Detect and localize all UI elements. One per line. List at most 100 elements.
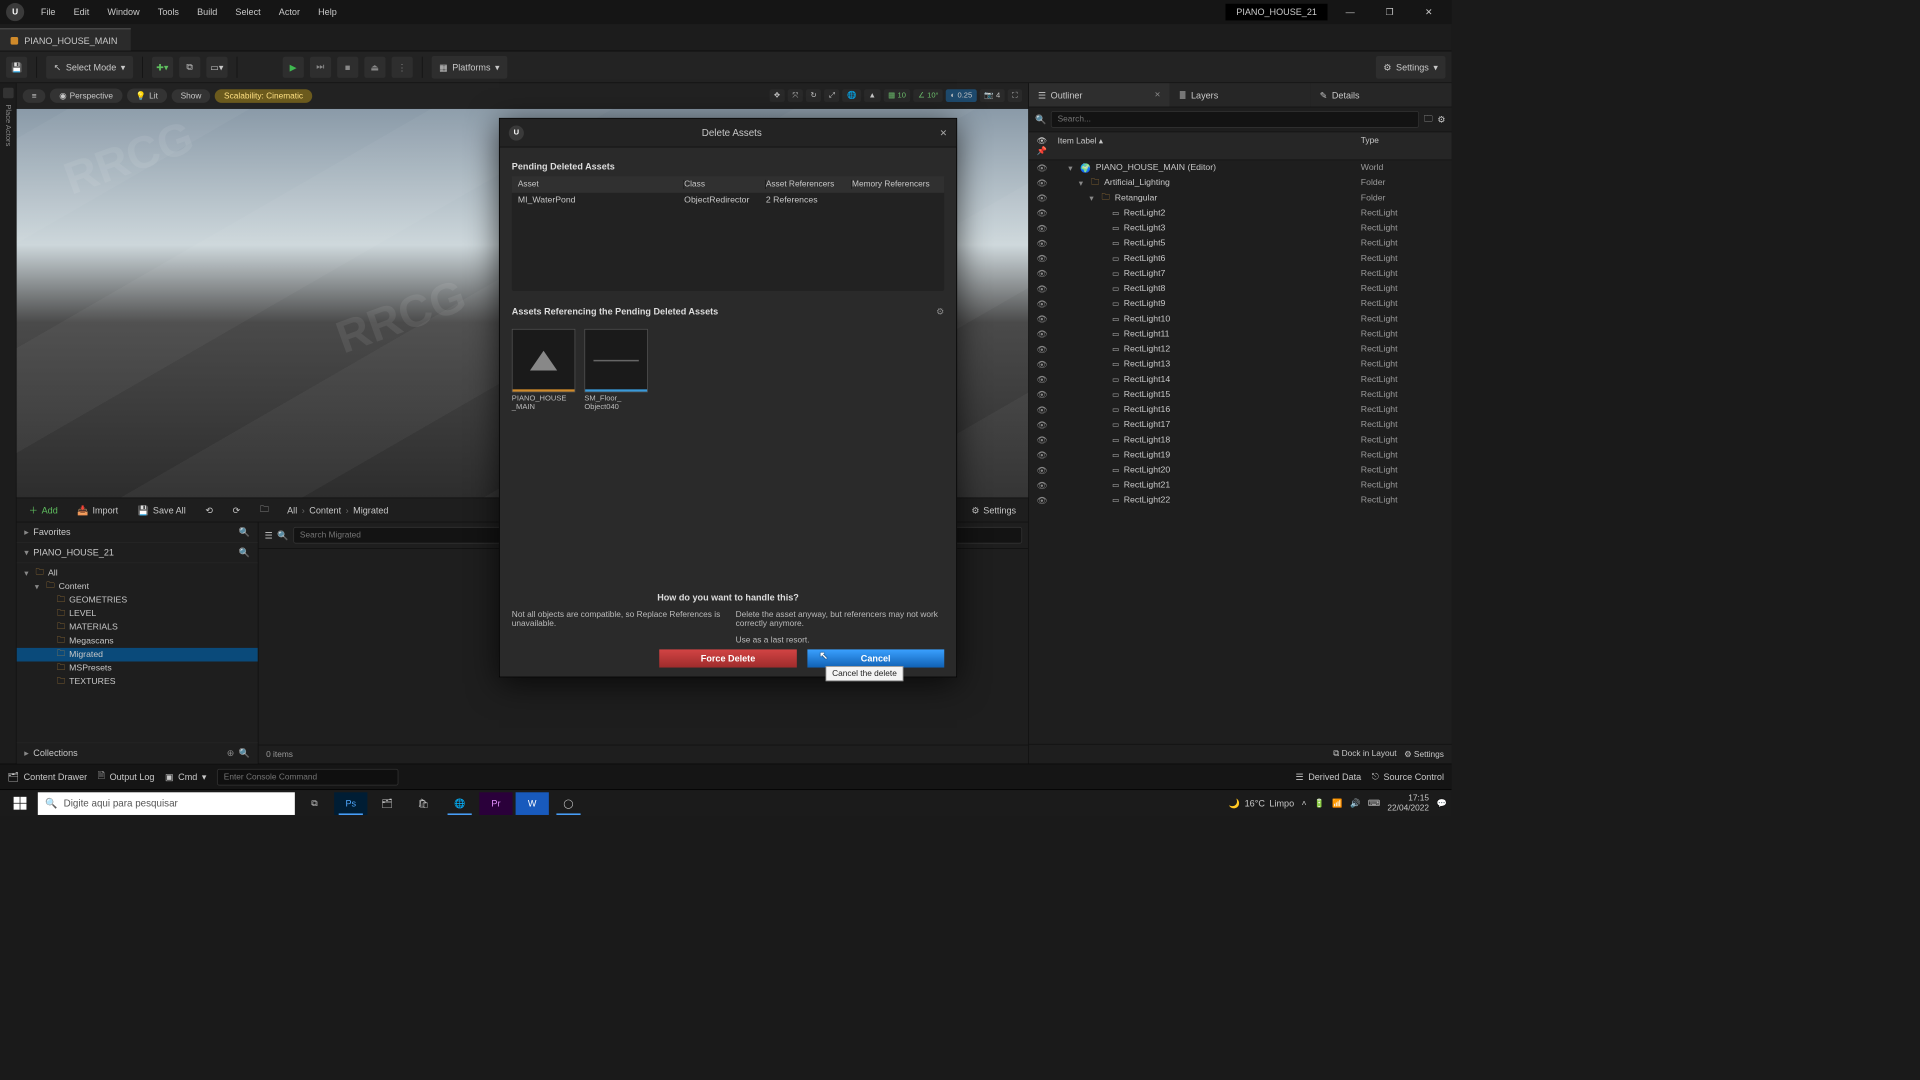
lit-pill[interactable]: 💡Lit [127, 88, 167, 102]
visibility-icon[interactable]: 👁 [1036, 344, 1047, 355]
outliner-row[interactable]: 👁▭RectLight16RectLight [1029, 402, 1452, 417]
rail-label[interactable]: Place Actors [4, 104, 12, 146]
play-button[interactable]: ▶ [283, 56, 304, 77]
store-icon[interactable]: 🛍 [407, 792, 440, 815]
search-icon[interactable]: 🔍 [239, 547, 250, 558]
start-button[interactable] [5, 792, 35, 815]
gear-icon[interactable]: ⚙ [936, 306, 944, 317]
outliner-row[interactable]: 👁▭RectLight15RectLight [1029, 387, 1452, 402]
source-tree-item[interactable]: 🗀GEOMETRIES [17, 593, 258, 607]
word-icon[interactable]: W [516, 792, 549, 815]
col-mem[interactable]: Memory Referencers [852, 180, 938, 189]
scale-snap[interactable]: ◐ 0.25 [946, 89, 977, 102]
weather-widget[interactable]: 🌙 16°C Limpo [1229, 798, 1294, 809]
transform-move[interactable]: ⤧ [788, 89, 803, 102]
save-all-button[interactable]: 💾 Save All [132, 502, 192, 519]
visibility-icon[interactable]: 👁 [1036, 178, 1047, 189]
visibility-icon[interactable]: 👁 [1036, 450, 1047, 461]
angle-snap[interactable]: ∠ 10° [914, 89, 944, 102]
visibility-icon[interactable]: 👁 [1036, 480, 1047, 491]
outliner-row[interactable]: 👁▾🗀Artificial_LightingFolder [1029, 175, 1452, 190]
visibility-icon[interactable]: 👁 [1036, 359, 1047, 370]
level-tab[interactable]: PIANO_HOUSE_MAIN [0, 28, 131, 51]
collections-section[interactable]: ▸Collections ⊕🔍 [17, 742, 258, 763]
outliner-row[interactable]: 👁▭RectLight18RectLight [1029, 432, 1452, 447]
referencer-thumb[interactable]: SM_Floor_Object040 [584, 329, 648, 411]
table-row[interactable]: MI_WaterPond ObjectRedirector 2 Referenc… [512, 193, 944, 208]
col-class[interactable]: Class [684, 180, 766, 189]
cancel-button[interactable]: Cancel ↖ Cancel the delete [807, 649, 944, 667]
visibility-icon[interactable]: 👁 [1036, 253, 1047, 264]
source-tree-item[interactable]: 🗀MSPresets [17, 662, 258, 676]
history-fwd[interactable]: ⟳ [227, 502, 247, 519]
visibility-icon[interactable]: 👁 [1036, 420, 1047, 431]
content-drawer-button[interactable]: 🗂 Content Drawer [8, 771, 88, 782]
visibility-icon[interactable]: 👁 [1036, 208, 1047, 219]
rail-icon[interactable] [3, 88, 14, 99]
transform-rotate[interactable]: ↻ [806, 89, 821, 102]
scalability-pill[interactable]: Scalability: Cinematic [215, 89, 312, 103]
save-icon[interactable]: 💾 [6, 56, 27, 77]
outliner-row[interactable]: 👁▭RectLight5RectLight [1029, 236, 1452, 251]
premiere-icon[interactable]: Pr [479, 792, 512, 815]
import-button[interactable]: 📥 Import [71, 502, 124, 519]
col-refs[interactable]: Asset Referencers [766, 180, 852, 189]
visibility-icon[interactable]: 👁 [1036, 314, 1047, 325]
settings-button[interactable]: ⚙ Settings ▾ [1376, 56, 1446, 79]
folder-add-icon[interactable]: 🗀 [1424, 112, 1433, 128]
visibility-icon[interactable]: 👁 [1036, 268, 1047, 279]
visibility-icon[interactable]: 👁 [1036, 193, 1047, 204]
add-button[interactable]: ＋ Add [23, 500, 64, 519]
dialog-close-button[interactable]: ✕ [940, 127, 948, 138]
output-log-button[interactable]: 🗎 Output Log [98, 769, 155, 785]
visibility-icon[interactable]: 👁 [1036, 284, 1047, 295]
tab-layers[interactable]: ≣Layers [1170, 83, 1311, 106]
crumb-migrated[interactable]: Migrated [353, 505, 388, 516]
play-options-button[interactable]: ⋮ [391, 56, 412, 77]
marketplace-button[interactable]: ⧉ [179, 56, 200, 77]
platforms-button[interactable]: ▦ Platforms ▾ [432, 56, 508, 79]
outliner-row[interactable]: 👁▭RectLight3RectLight [1029, 221, 1452, 236]
close-icon[interactable]: ✕ [1154, 91, 1160, 99]
select-mode-button[interactable]: ↖ Select Mode ▾ [46, 56, 133, 79]
unreal-task-icon[interactable]: ◯ [552, 792, 585, 815]
crumb-content[interactable]: Content [309, 505, 341, 516]
photoshop-icon[interactable]: Ps [334, 792, 367, 815]
menu-tools[interactable]: Tools [150, 4, 186, 21]
folder-icon[interactable]: 🗀 [254, 499, 275, 521]
skip-button[interactable]: ⏭ [310, 56, 331, 77]
outliner-row[interactable]: 👁▭RectLight22RectLight [1029, 493, 1452, 508]
clock[interactable]: 17:15 22/04/2022 [1387, 794, 1429, 812]
outliner-row[interactable]: 👁▭RectLight12RectLight [1029, 342, 1452, 357]
outliner-search[interactable] [1051, 111, 1419, 128]
search-icon[interactable]: 🔍 [239, 527, 250, 538]
cinematics-button[interactable]: ▭▾ [206, 56, 227, 77]
search-icon[interactable]: 🔍 [239, 748, 250, 759]
cb-settings[interactable]: ⚙ Settings [965, 502, 1022, 519]
outliner-row[interactable]: 👁▭RectLight8RectLight [1029, 281, 1452, 296]
source-tree-item[interactable]: 🗀Megascans [17, 634, 258, 648]
pin-icon[interactable]: 📌 [1036, 147, 1046, 156]
window-close[interactable]: ✕ [1412, 2, 1445, 23]
outliner-row[interactable]: 👁▭RectLight14RectLight [1029, 372, 1452, 387]
outliner-row[interactable]: 👁▭RectLight7RectLight [1029, 266, 1452, 281]
project-section[interactable]: ▾PIANO_HOUSE_21 🔍 [17, 543, 258, 563]
derived-data-button[interactable]: ☰ Derived Data [1296, 771, 1362, 782]
dock-button[interactable]: ⧉ Dock in Layout [1333, 749, 1396, 759]
outliner-row[interactable]: 👁▾🌍PIANO_HOUSE_MAIN (Editor)World [1029, 160, 1452, 175]
visibility-icon[interactable]: 👁 [1036, 495, 1047, 506]
source-tree-item[interactable]: ▾🗀All [17, 566, 258, 580]
task-view-icon[interactable]: ⧉ [298, 792, 331, 815]
visibility-icon[interactable]: 👁 [1036, 329, 1047, 340]
favorites-section[interactable]: ▸Favorites 🔍 [17, 522, 258, 542]
grid-snap[interactable]: ▦ 10 [884, 89, 911, 102]
cmd-button[interactable]: ▣ Cmd ▾ [165, 771, 206, 782]
visibility-icon[interactable]: 👁 [1036, 163, 1047, 174]
tab-outliner[interactable]: ☰Outliner✕ [1029, 83, 1170, 106]
outliner-row[interactable]: 👁▭RectLight6RectLight [1029, 251, 1452, 266]
menu-actor[interactable]: Actor [271, 4, 307, 21]
outliner-row[interactable]: 👁▭RectLight2RectLight [1029, 206, 1452, 221]
gear-icon[interactable]: ⚙ [1437, 114, 1445, 125]
console-input[interactable] [217, 768, 398, 785]
show-pill[interactable]: Show [171, 89, 210, 103]
